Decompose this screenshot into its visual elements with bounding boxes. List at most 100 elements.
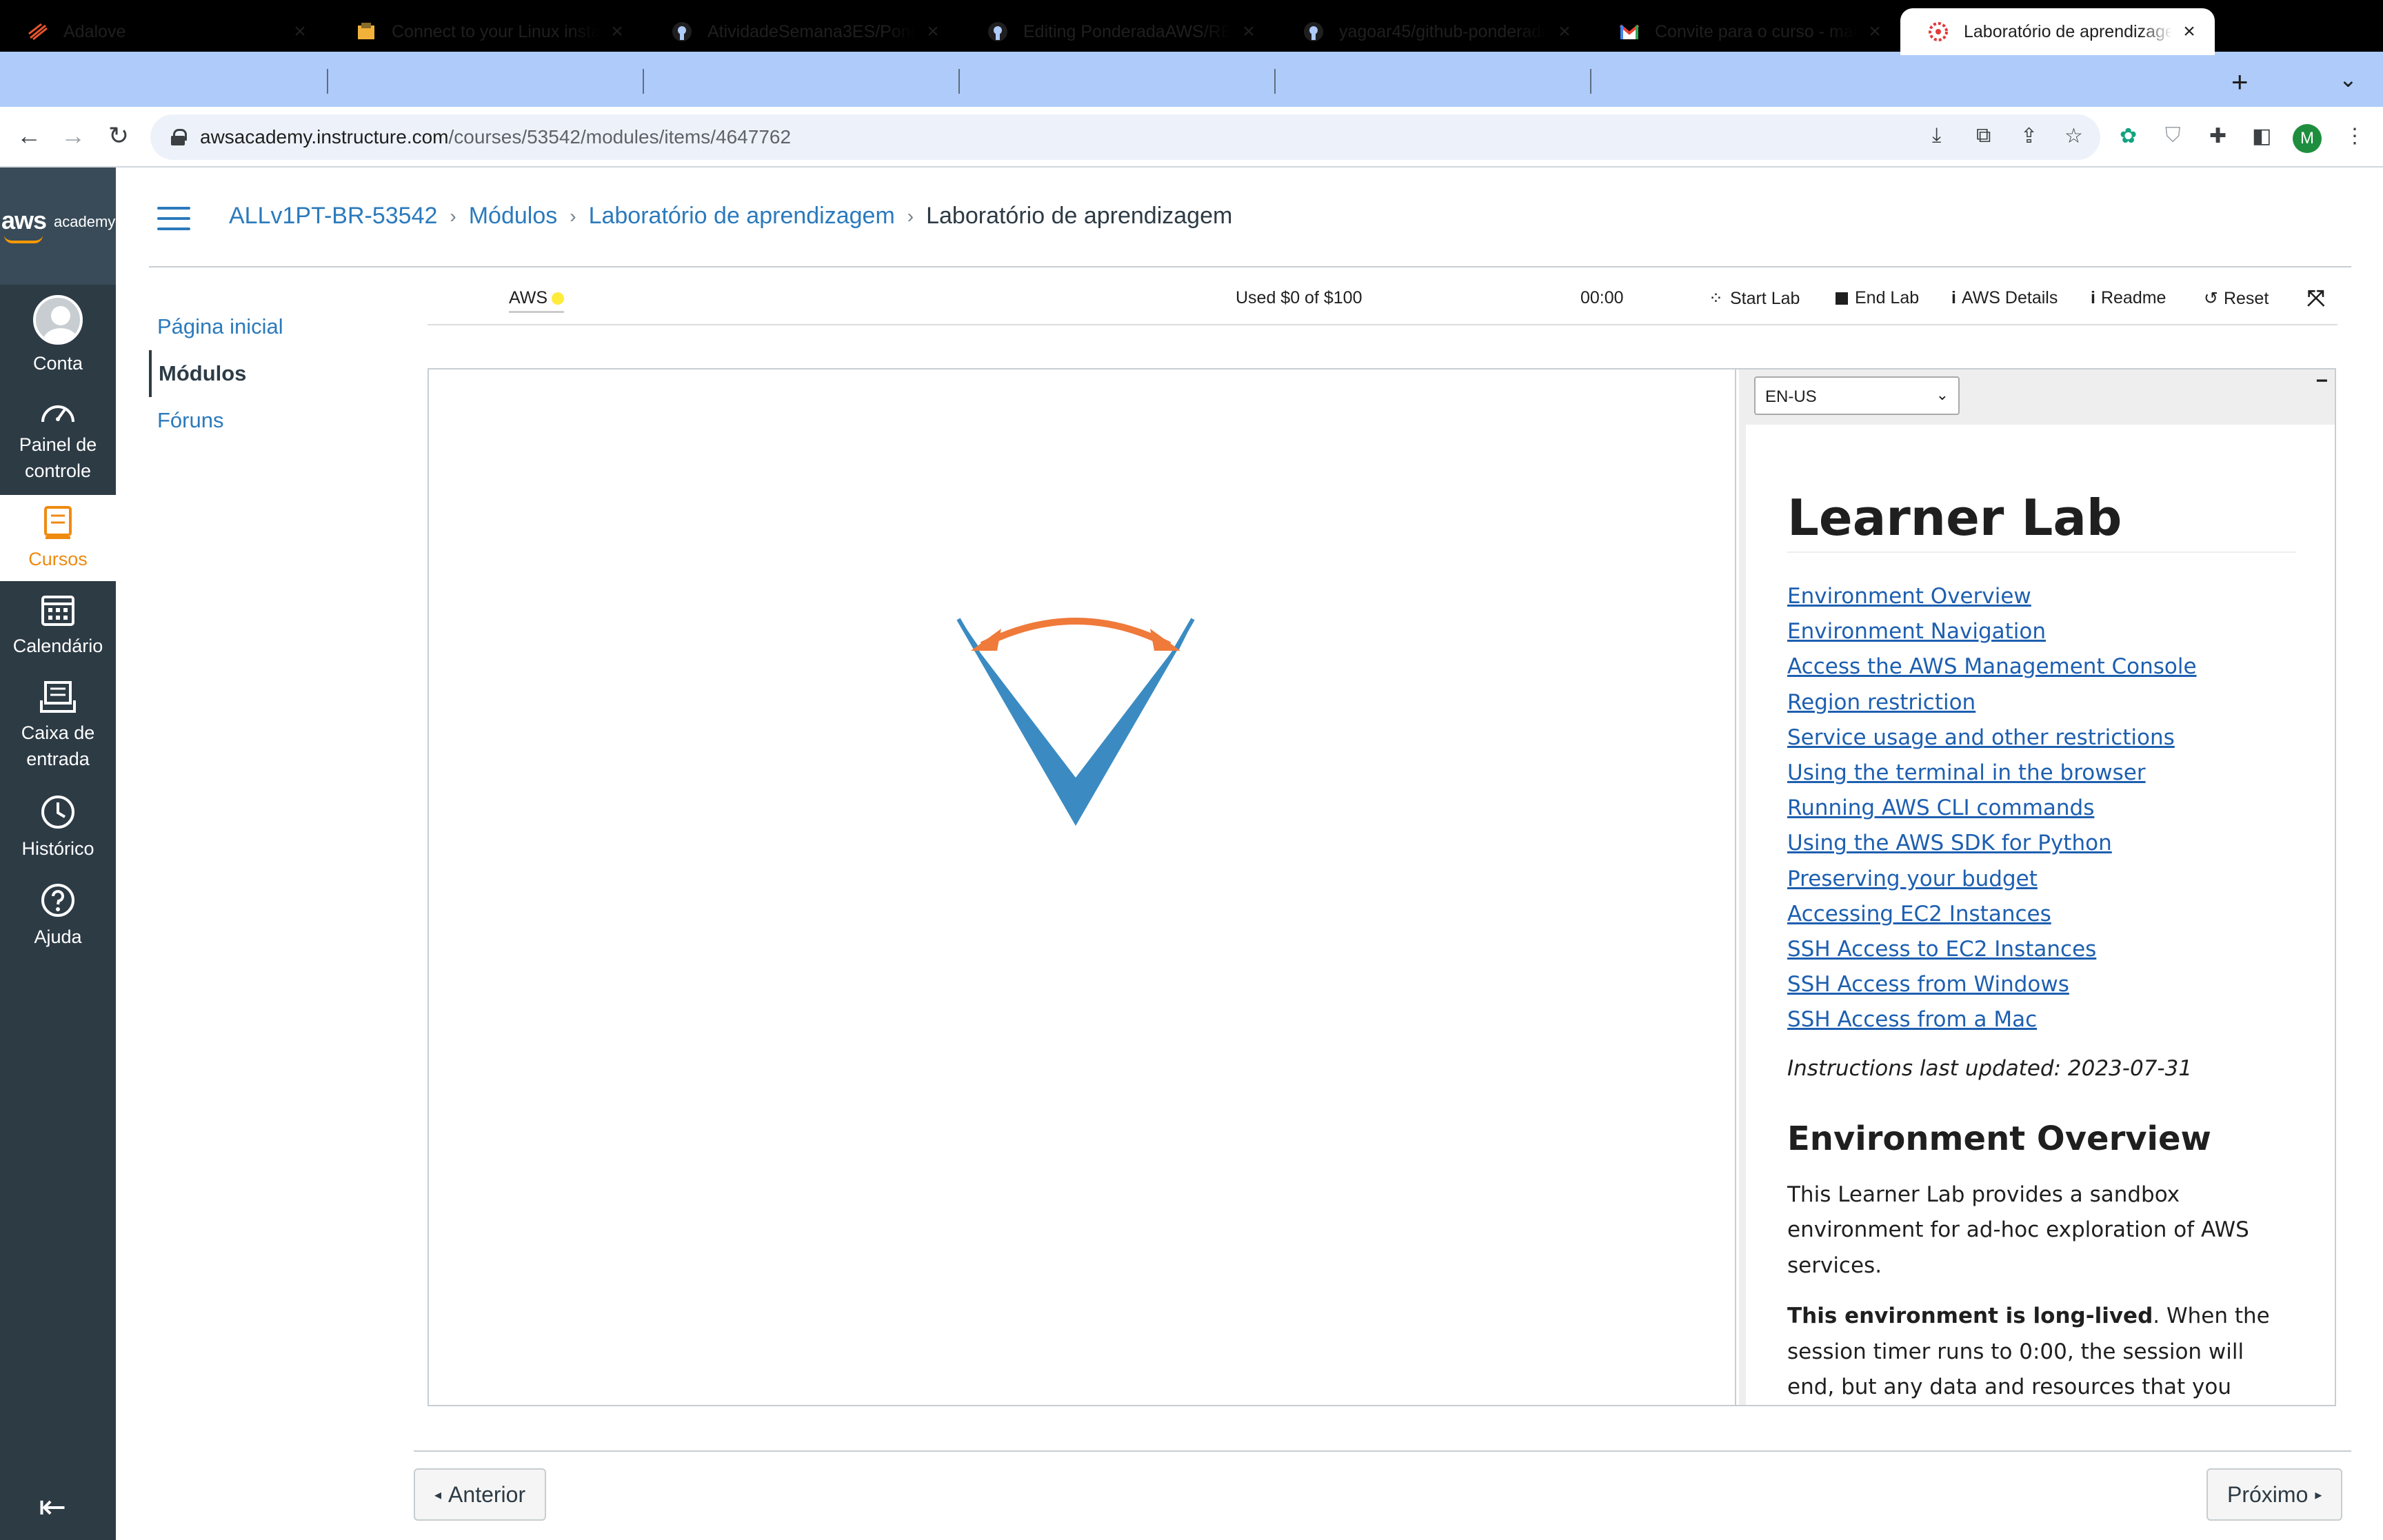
kebab-menu-icon[interactable]: ⋮ <box>2344 124 2365 148</box>
readme-button[interactable]: i Readme <box>2091 288 2166 308</box>
session-timer: 00:00 <box>1580 288 1624 307</box>
chevron-down-icon: ⌄ <box>1935 386 1949 403</box>
breadcrumb-separator: › <box>570 205 576 227</box>
toc-link[interactable]: Running AWS CLI commands <box>1787 791 2296 826</box>
readme-toolbar: EN-US ⌄ − <box>1746 369 2335 425</box>
aws-label: AWS <box>509 288 548 307</box>
toc-link[interactable]: Accessing EC2 Instances <box>1787 897 2296 932</box>
bold-text: This environment is long-lived <box>1787 1304 2153 1329</box>
forward-icon[interactable]: → <box>58 121 88 150</box>
nav-item-calendario[interactable]: Calendário <box>0 591 116 659</box>
caret-right-icon: ▸ <box>2315 1487 2322 1503</box>
toc-link[interactable]: Access the AWS Management Console <box>1787 649 2296 685</box>
bookmark-star-icon[interactable]: ☆ <box>2064 124 2083 148</box>
nav-item-caixa-de-entrada[interactable]: Caixa de entrada <box>0 680 116 772</box>
aws-academy-logo[interactable]: aws academy <box>0 168 116 285</box>
tab-title: Adalove <box>63 21 126 41</box>
tab-gmail-convite[interactable]: Convite para o curso - mauricio × <box>1591 8 1900 55</box>
minimize-readme-button[interactable]: − <box>2315 369 2328 393</box>
reload-icon[interactable]: ↻ <box>103 121 134 150</box>
course-nav-forums[interactable]: Fóruns <box>149 397 411 444</box>
tab-laboratorio[interactable]: Laboratório de aprendizagem × <box>1900 8 2215 55</box>
tab-connect-linux[interactable]: Connect to your Linux instance × <box>328 8 643 55</box>
new-tab-button[interactable]: + <box>2231 68 2249 97</box>
courses-icon <box>44 506 72 539</box>
next-button[interactable]: Próximo ▸ <box>2206 1468 2343 1521</box>
nav-label: Caixa de entrada <box>21 722 95 769</box>
toc-link[interactable]: Environment Navigation <box>1787 614 2296 649</box>
previous-button[interactable]: ◂ Anterior <box>414 1468 547 1521</box>
breadcrumb-modules[interactable]: Módulos <box>469 203 558 230</box>
close-icon[interactable]: × <box>1864 20 1885 43</box>
breadcrumb-course[interactable]: ALLv1PT-BR-53542 <box>229 203 437 230</box>
aws-status-indicator[interactable]: AWS <box>509 288 565 313</box>
toc-link[interactable]: Environment Overview <box>1787 579 2296 614</box>
nav-item-conta[interactable]: Conta <box>0 295 116 376</box>
toc-link[interactable]: SSH Access from a Mac <box>1787 1002 2296 1037</box>
caret-left-icon: ◂ <box>434 1487 442 1503</box>
tab-editing-ponderada[interactable]: Editing PonderadaAWS/README × <box>960 8 1274 55</box>
aws-details-label: AWS Details <box>1961 288 2058 307</box>
toc-link[interactable]: Preserving your budget <box>1787 862 2296 897</box>
url-bar[interactable]: awsacademy.instructure.com/courses/53542… <box>150 114 2100 160</box>
tab-separator <box>327 69 328 94</box>
tab-yagoar45[interactable]: yagoar45/github-ponderada × <box>1276 8 1590 55</box>
chevron-down-icon[interactable]: ⌄ <box>2339 66 2357 92</box>
nav-item-historico[interactable]: Histórico <box>0 794 116 862</box>
install-icon[interactable]: ⤓ <box>1932 124 1941 148</box>
close-icon[interactable]: × <box>607 20 627 43</box>
close-icon[interactable]: × <box>290 20 310 43</box>
toc-link[interactable]: Using the terminal in the browser <box>1787 756 2296 791</box>
breadcrumb-module-item[interactable]: Laboratório de aprendizagem <box>589 203 895 230</box>
nav-item-ajuda[interactable]: Ajuda <box>0 882 116 950</box>
side-panel-icon[interactable]: ◧ <box>2252 124 2271 148</box>
aws-details-button[interactable]: i AWS Details <box>1951 288 2058 308</box>
readme-pane: EN-US ⌄ − Learner Lab Environment Overvi… <box>1746 369 2335 1405</box>
previous-label: Anterior <box>448 1481 526 1507</box>
toc-link[interactable]: SSH Access from Windows <box>1787 967 2296 1002</box>
close-icon[interactable]: × <box>1238 20 1259 43</box>
close-icon[interactable]: × <box>2179 20 2200 43</box>
next-label: Próximo <box>2227 1481 2309 1507</box>
toc-link[interactable]: Using the AWS SDK for Python <box>1787 826 2296 861</box>
back-icon[interactable]: ← <box>14 121 44 150</box>
tab-separator <box>1274 69 1276 94</box>
pane-splitter[interactable] <box>1739 369 1746 1405</box>
close-icon[interactable]: × <box>1554 20 1575 43</box>
toc-link[interactable]: Service usage and other restrictions <box>1787 720 2296 756</box>
profile-avatar[interactable]: M <box>2293 124 2322 153</box>
end-lab-button[interactable]: End Lab <box>1836 288 1919 308</box>
tab-adalove[interactable]: Adalove × <box>0 8 325 55</box>
course-nav-home[interactable]: Página inicial <box>149 303 411 350</box>
course-menu-toggle[interactable] <box>157 207 190 232</box>
start-lab-button[interactable]: ⁘ Start Lab <box>1709 288 1800 309</box>
reset-button[interactable]: ↺ Reset <box>2204 288 2269 309</box>
terminal-pane[interactable] <box>429 369 1736 1405</box>
share-icon[interactable]: ⇪ <box>2020 124 2038 148</box>
collapse-nav-icon[interactable]: ⇤ <box>39 1488 66 1526</box>
course-nav-modules[interactable]: Módulos <box>149 350 411 397</box>
translate-icon[interactable]: ⧉ <box>1976 124 1991 148</box>
toc-link[interactable]: Region restriction <box>1787 685 2296 720</box>
chatgpt-extension-icon[interactable]: ✿ <box>2120 124 2137 148</box>
language-select[interactable]: EN-US ⌄ <box>1754 376 1960 415</box>
section-heading: Environment Overview <box>1787 1119 2211 1158</box>
nav-label: Conta <box>32 353 83 374</box>
fullscreen-icon[interactable]: ⤧ <box>2307 285 2325 312</box>
readme-label: Readme <box>2100 288 2166 307</box>
shield-extension-icon[interactable]: ⛉ <box>2165 124 2181 148</box>
url-host: awsacademy.instructure.com <box>200 126 449 148</box>
nav-label: Cursos <box>28 549 88 569</box>
history-icon <box>41 796 74 829</box>
nav-label: Painel de controle <box>19 434 97 481</box>
tab-title: AtividadeSemana3ES/PonderadaAWS <box>707 21 916 41</box>
nav-item-painel[interactable]: Painel de controle <box>0 398 116 484</box>
extensions-puzzle-icon[interactable]: ✚ <box>2209 124 2226 148</box>
tab-atividade[interactable]: AtividadeSemana3ES/PonderadaAWS × <box>644 8 958 55</box>
toc-link[interactable]: SSH Access to EC2 Instances <box>1787 932 2296 967</box>
nav-label: Ajuda <box>34 926 82 947</box>
close-icon[interactable]: × <box>923 20 943 43</box>
nav-item-cursos[interactable]: Cursos <box>0 495 116 581</box>
breadcrumb-separator: › <box>907 205 914 227</box>
reset-label: Reset <box>2223 289 2269 308</box>
